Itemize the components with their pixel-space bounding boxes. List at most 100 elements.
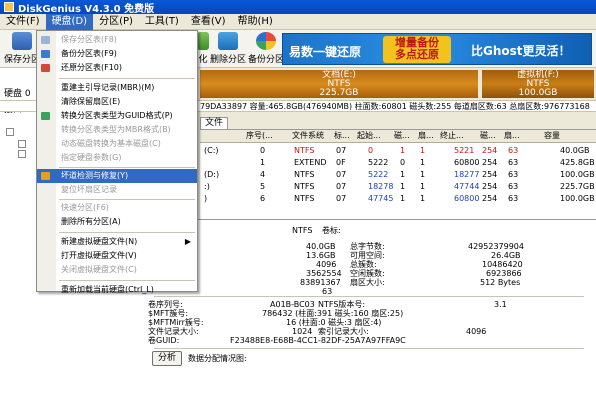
tab-strip: 文件: [200, 117, 596, 129]
cell-end-cyl: 60800: [454, 194, 480, 203]
menu-partition[interactable]: 分区(P): [93, 14, 139, 30]
diskmap-segment-vm[interactable]: 虚拟机(F:) NTFS 100.0GB: [482, 70, 594, 98]
menu-item[interactable]: 打开虚拟硬盘文件(V): [37, 249, 197, 263]
cell-start-head: 0: [400, 158, 406, 167]
cell-start-head: 1: [400, 182, 406, 191]
menu-item[interactable]: 指定硬盘参数(G): [37, 151, 197, 165]
cell-end-sec: 63: [508, 194, 519, 203]
menu-item-label: 重新加载当前硬盘(Ctrl_L): [61, 285, 154, 294]
cell-end-sec: 63: [508, 170, 519, 179]
disk-map: 文档(E:) NTFS 225.7GB 虚拟机(F:) NTFS 100.0GB: [200, 68, 596, 100]
menu-item[interactable]: 还原分区表(F10): [37, 61, 197, 75]
menu-item[interactable]: 新建虚拟硬盘文件(N) ▶: [37, 235, 197, 249]
header-start-sec[interactable]: 扇...: [418, 130, 434, 142]
volume-label-key: 卷标:: [322, 226, 341, 235]
cell-size: 100.0GB: [560, 170, 595, 179]
diskmap-segment-documents[interactable]: 文档(E:) NTFS 225.7GB: [200, 70, 478, 98]
cell-end-sec: 63: [508, 158, 519, 167]
cell-start-cyl: 0: [368, 146, 374, 155]
menu-item[interactable]: 删除所有分区(A): [37, 215, 197, 229]
cell-type-id: 07: [336, 182, 347, 191]
menu-disk[interactable]: 硬盘(D): [45, 13, 94, 30]
table-row[interactable]: ) 6 NTFS 07 47745 1 1 60800 254 63 100.0GB: [200, 193, 596, 205]
header-start-cyl[interactable]: 起始...: [357, 130, 381, 142]
menu-tools[interactable]: 工具(T): [139, 14, 185, 30]
menu-item-label: 打开虚拟硬盘文件(V): [61, 251, 137, 260]
cell-fs: NTFS: [294, 146, 315, 155]
menu-item[interactable]: 转换分区表类型为MBR格式(B): [37, 123, 197, 137]
ad-banner[interactable]: 易数一键还原 增量备份 多点还原 比Ghost更灵活！: [282, 33, 592, 65]
menu-item-label: 坏道检测与修复(Y): [61, 171, 129, 180]
header-end-head[interactable]: 磁...: [480, 130, 496, 142]
fs-type-value: NTFS: [292, 226, 313, 235]
menu-item[interactable]: 快速分区(F6): [37, 201, 197, 215]
menu-file[interactable]: 文件(F): [0, 14, 46, 30]
delete-partition-button[interactable]: 删除分区: [208, 32, 248, 66]
cell-fs: EXTEND: [294, 158, 327, 167]
menu-item[interactable]: 清除保留扇区(E): [37, 95, 197, 109]
cell-start-head: 1: [400, 194, 406, 203]
menu-item[interactable]: 保存分区表(F8): [37, 33, 197, 47]
submenu-arrow-icon: ▶: [184, 237, 191, 246]
tree-expander[interactable]: [6, 128, 14, 136]
menu-item[interactable]: 坏道检测与修复(Y): [37, 169, 197, 183]
header-id[interactable]: 标...: [334, 130, 350, 142]
partition-table: 序号(... 文件系统 标... 起始... 磁... 扇... 终止... 磁…: [200, 129, 596, 219]
cell-end-cyl: 47744: [454, 182, 480, 191]
menu-item[interactable]: 备份分区表(F9): [37, 47, 197, 61]
table-row[interactable]: (C:) 0 NTFS 07 0 1 1 5221 254 63 40.0GB: [200, 145, 596, 157]
menu-item[interactable]: 转换分区表类型为GUID格式(P): [37, 109, 197, 123]
cell-end-sec: 63: [508, 182, 519, 191]
menu-item-label: 动态磁盘转换为基本磁盘(C): [61, 139, 161, 148]
cell-start-cyl: 47745: [368, 194, 394, 203]
header-size[interactable]: 容量: [544, 130, 560, 142]
header-end-sec[interactable]: 扇...: [504, 130, 520, 142]
menu-item[interactable]: 复位坏扇区记录: [37, 183, 197, 197]
allocation-map-label: 数据分配情况图:: [188, 354, 247, 363]
cell-fs: NTFS: [294, 194, 315, 203]
menu-item[interactable]: 重建主引导记录(MBR)(M): [37, 81, 197, 95]
cell-start-cyl: 18278: [368, 182, 394, 191]
cell-start-sec: 1: [420, 158, 426, 167]
menu-item-label: 转换分区表类型为MBR格式(B): [61, 125, 171, 134]
menu-item-label: 重建主引导记录(MBR)(M): [61, 83, 155, 92]
table-row[interactable]: 1 EXTEND 0F 5222 0 1 60800 254 63 425.8GB: [200, 157, 596, 169]
menu-separator: [59, 199, 195, 200]
menu-item[interactable]: 关闭虚拟硬盘文件(C): [37, 263, 197, 277]
cell-start-sec: 1: [420, 170, 426, 179]
details-separator: [154, 296, 584, 297]
backup-icon: [256, 32, 276, 50]
header-fs[interactable]: 文件系统: [292, 130, 324, 142]
menu-item-label: 备份分区表(F9): [61, 49, 117, 58]
menu-help[interactable]: 帮助(H): [232, 14, 279, 30]
tree-expander[interactable]: [18, 150, 26, 158]
tree-expander[interactable]: [18, 140, 26, 148]
menu-item-label: 清除保留扇区(E): [61, 97, 121, 106]
menu-item-label: 还原分区表(F10): [61, 63, 123, 72]
header-end-cyl[interactable]: 终止...: [440, 130, 464, 142]
table-header: 序号(... 文件系统 标... 起始... 磁... 扇... 终止... 磁…: [200, 130, 596, 143]
cell-size: 425.8GB: [560, 158, 595, 167]
cell-end-head: 254: [482, 146, 498, 155]
cell-seq: 1: [260, 158, 266, 167]
cell-end-cyl: 60800: [454, 158, 480, 167]
tab-files[interactable]: 文件: [200, 117, 229, 129]
menu-item[interactable]: 动态磁盘转换为基本磁盘(C): [37, 137, 197, 151]
backup-partition-button[interactable]: 备份分区: [246, 32, 286, 66]
table-row[interactable]: (D:) 4 NTFS 07 5222 1 1 18277 254 63 100.0GB: [200, 169, 596, 181]
menu-view[interactable]: 查看(V): [185, 14, 232, 30]
analyze-button[interactable]: 分析: [152, 351, 182, 366]
menu-item-label: 删除所有分区(A): [61, 217, 121, 226]
menu-item-label: 指定硬盘参数(G): [61, 153, 122, 162]
cell-seq: 6: [260, 194, 266, 203]
menu-item[interactable]: 重新加载当前硬盘(Ctrl_L): [37, 283, 197, 297]
header-seq[interactable]: 序号(...: [246, 130, 273, 142]
cell-seq: 0: [260, 146, 266, 155]
cell-size: 40.0GB: [560, 146, 590, 155]
cell-partition-name: (D:): [204, 170, 220, 179]
banner-highlight: 增量备份 多点还原: [383, 36, 451, 63]
table-row[interactable]: :) 5 NTFS 07 18278 1 1 47744 254 63 225.7GB: [200, 181, 596, 193]
cell-end-head: 254: [482, 182, 498, 191]
header-start-head[interactable]: 磁...: [394, 130, 410, 142]
cell-fs: NTFS: [294, 182, 315, 191]
